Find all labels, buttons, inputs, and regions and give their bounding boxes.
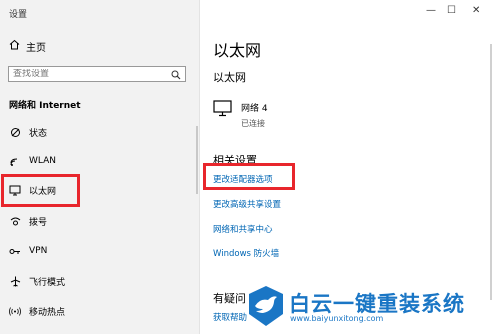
window-title: 设置: [9, 10, 28, 20]
help-title: 有疑问: [213, 292, 246, 305]
status-icon: [9, 127, 21, 138]
adapter-link-highlight-box: [203, 163, 295, 190]
section-title: 网络和 Internet: [9, 101, 81, 111]
watermark: 白云一键重装系统 www.baiyunxitong.com: [246, 282, 486, 332]
search-input[interactable]: [13, 69, 163, 79]
sidebar-item-label: 拨号: [29, 217, 48, 228]
sidebar-highlight-box: [1, 174, 80, 207]
settings-sidebar: 设置 主页 网络和 Internet 状态 WLAN 以太网: [0, 0, 200, 334]
advanced-sharing-link[interactable]: 更改高级共享设置: [213, 198, 281, 210]
home-icon: [9, 39, 20, 53]
home-nav-item[interactable]: 主页: [9, 39, 46, 54]
maximize-button[interactable]: ☐: [447, 6, 456, 16]
airplane-icon: [9, 276, 21, 287]
watermark-url: www.baiyunxitong.com: [290, 314, 384, 323]
network-entry[interactable]: 网络 4 已连接: [213, 100, 268, 129]
sidebar-item-label: 飞行模式: [29, 277, 66, 288]
home-label: 主页: [26, 42, 46, 54]
wifi-icon: [9, 156, 21, 167]
bird-logo-icon: [249, 286, 283, 326]
search-box[interactable]: [8, 66, 186, 82]
sidebar-item-vpn[interactable]: VPN: [9, 243, 189, 259]
vpn-icon: [9, 246, 21, 257]
section-subtitle: 以太网: [213, 71, 246, 84]
ethernet-icon: [213, 100, 233, 129]
sidebar-item-dialup[interactable]: 拨号: [9, 213, 189, 229]
sidebar-item-hotspot[interactable]: 移动热点: [9, 303, 189, 319]
sidebar-item-status[interactable]: 状态: [9, 124, 189, 140]
network-status: 已连接: [241, 119, 265, 128]
hotspot-icon: [9, 306, 21, 317]
sidebar-item-wlan[interactable]: WLAN: [9, 153, 189, 169]
minimize-button[interactable]: —: [426, 6, 436, 16]
sidebar-item-label: WLAN: [29, 156, 57, 166]
sidebar-item-label: 移动热点: [29, 307, 66, 318]
content-scrollbar[interactable]: [490, 44, 492, 300]
dialup-icon: [9, 216, 21, 227]
network-name: 网络 4: [241, 104, 268, 114]
sidebar-item-airplane[interactable]: 飞行模式: [9, 273, 189, 289]
get-help-link[interactable]: 获取帮助: [213, 311, 247, 323]
sidebar-scrollbar[interactable]: [196, 126, 198, 194]
windows-firewall-link[interactable]: Windows 防火墙: [213, 247, 279, 259]
sidebar-item-label: VPN: [29, 246, 48, 256]
search-icon[interactable]: [171, 65, 181, 84]
close-button[interactable]: ✕: [472, 6, 480, 16]
page-title: 以太网: [213, 41, 262, 60]
network-sharing-center-link[interactable]: 网络和共享中心: [213, 223, 273, 235]
sidebar-item-label: 状态: [29, 128, 48, 139]
